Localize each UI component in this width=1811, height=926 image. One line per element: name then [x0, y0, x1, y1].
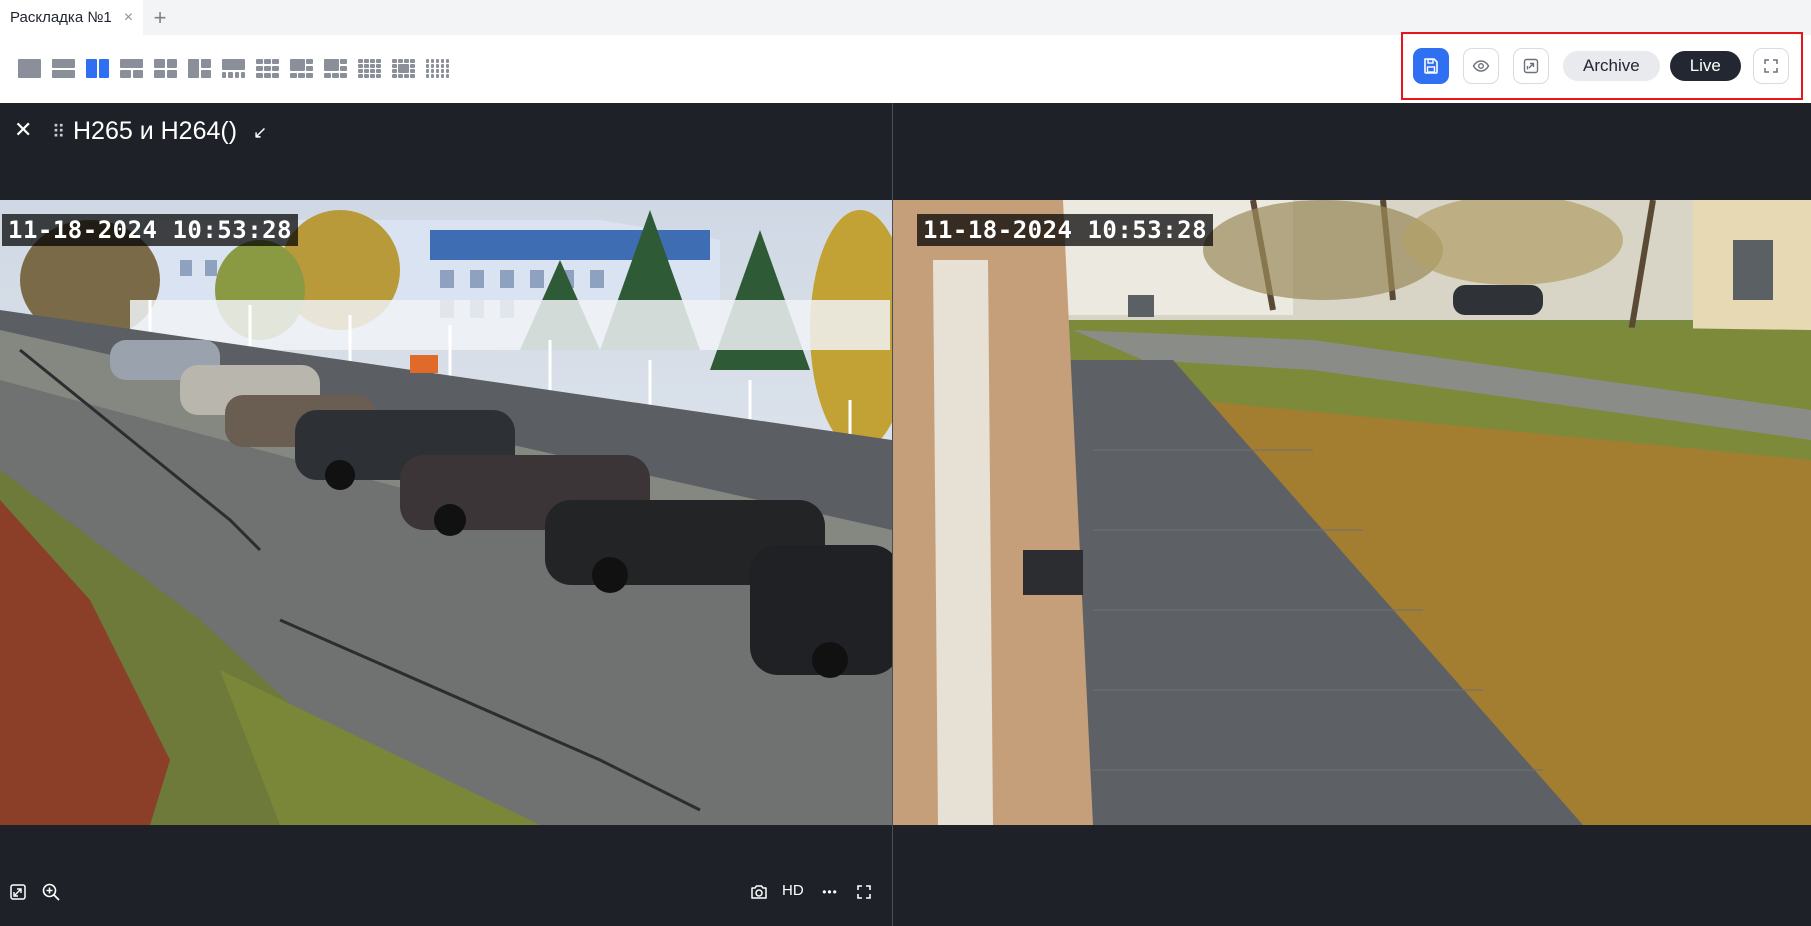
add-tab-button[interactable]: +: [143, 0, 177, 35]
layout-9-icon[interactable]: [256, 59, 279, 78]
layout-1-plus-12-icon[interactable]: [392, 59, 415, 78]
open-window-button[interactable]: [1513, 48, 1549, 84]
close-tab-icon[interactable]: ×: [124, 9, 133, 27]
timestamp-overlay: 11-18-2024 10:53:28: [917, 214, 1214, 246]
app-root: Раскладка №1 × + Archive Live ✕ ⠿ H265 и…: [0, 0, 1811, 926]
tile-header: ✕ ⠿ H265 и H264() ↙: [0, 103, 892, 199]
close-tile-icon[interactable]: ✕: [14, 117, 32, 143]
layout-1-plus-2-side-icon[interactable]: [188, 59, 211, 78]
expand-tile-button[interactable]: [7, 881, 29, 903]
fullscreen-icon: [1764, 59, 1778, 73]
camera-title: H265 и H264(): [73, 117, 238, 145]
camera-feed-courtyard[interactable]: 11-18-2024 10:53:28: [893, 200, 1811, 825]
zoom-button[interactable]: [40, 881, 62, 903]
fullscreen-button[interactable]: [1752, 48, 1789, 84]
layout-1-plus-2-icon[interactable]: [120, 59, 143, 78]
layout-2-rows-icon[interactable]: [52, 59, 75, 78]
timestamp-overlay: 11-18-2024 10:53:28: [2, 214, 299, 246]
save-layout-button[interactable]: [1413, 48, 1449, 84]
parking-lot-scene: [0, 200, 892, 825]
preview-button[interactable]: [1463, 48, 1499, 84]
camera-icon: [751, 885, 767, 899]
archive-mode-button[interactable]: Archive: [1563, 51, 1660, 81]
view-actions: Archive Live: [1401, 32, 1803, 100]
video-grid: ✕ ⠿ H265 и H264() ↙ 11-18-2024 10:53:28 …: [0, 103, 1811, 926]
live-mode-button[interactable]: Live: [1669, 51, 1741, 81]
tile-controls: HD •••: [0, 875, 892, 909]
camera-feed-parking[interactable]: 11-18-2024 10:53:28: [0, 200, 892, 825]
tab-label: Раскладка №1: [10, 9, 112, 26]
layout-picker: [18, 59, 449, 78]
fullscreen-icon: [857, 885, 871, 899]
layout-2-cols-icon[interactable]: [86, 59, 109, 78]
layout-1-plus-4-icon[interactable]: [222, 59, 245, 78]
tile-fullscreen-button[interactable]: [853, 881, 875, 903]
layout-20-icon[interactable]: [426, 59, 449, 78]
layout-1-plus-5-icon[interactable]: [290, 59, 313, 78]
expand-icon: [10, 884, 26, 900]
courtyard-scene: [893, 200, 1811, 825]
popout-icon: [1523, 58, 1539, 74]
layout-1-plus-7-icon[interactable]: [324, 59, 347, 78]
save-icon: [1424, 58, 1438, 74]
tab-layout-1[interactable]: Раскладка №1 ×: [0, 0, 144, 35]
quality-hd-button[interactable]: HD: [782, 882, 804, 899]
drag-handle-icon[interactable]: ⠿: [52, 122, 65, 143]
collapse-arrow-icon[interactable]: ↙: [253, 123, 267, 143]
zoom-in-icon: [42, 883, 60, 901]
tab-bar: Раскладка №1 × +: [0, 0, 1811, 35]
eye-icon: [1472, 60, 1490, 72]
layout-1-icon[interactable]: [18, 59, 41, 78]
layout-4-icon[interactable]: [154, 59, 177, 78]
more-options-icon[interactable]: •••: [819, 881, 841, 903]
snapshot-button[interactable]: [748, 881, 770, 903]
layout-16-icon[interactable]: [358, 59, 381, 78]
